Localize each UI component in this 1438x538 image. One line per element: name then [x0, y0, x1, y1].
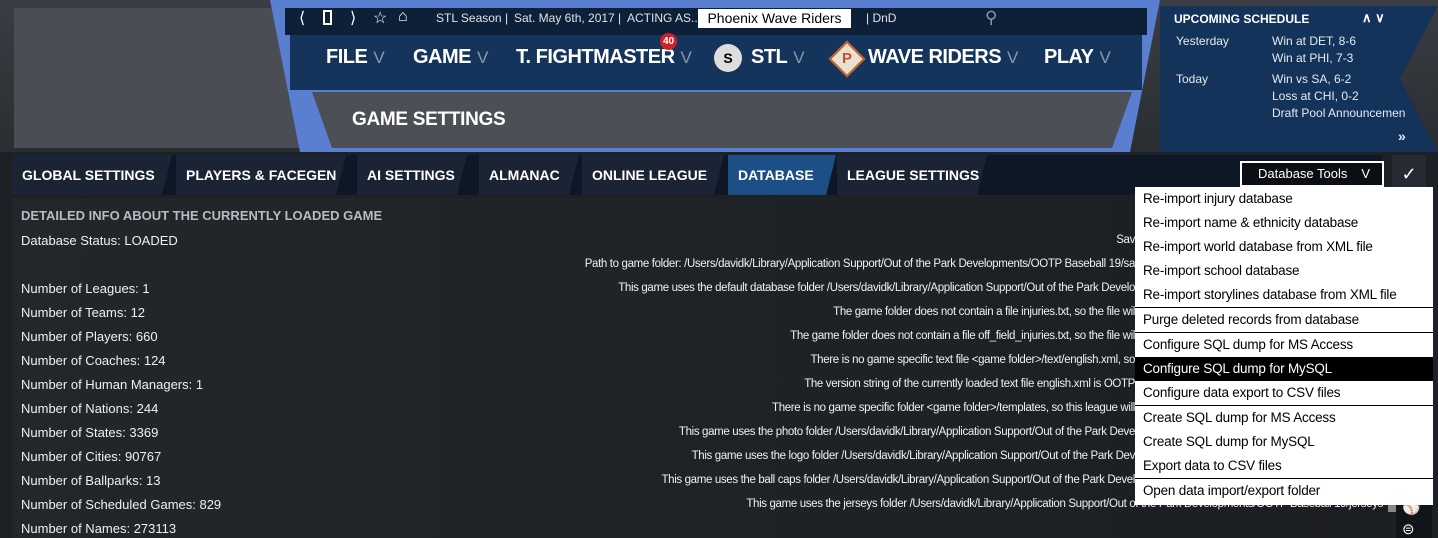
- home-icon[interactable]: ⌂: [398, 8, 408, 26]
- schedule-title: UPCOMING SCHEDULE: [1174, 12, 1310, 26]
- info-text: The game folder does not contain a file …: [833, 306, 1135, 318]
- schedule-item[interactable]: Draft Pool Announcemen: [1272, 106, 1405, 120]
- info-row: The game folder does not contain a file …: [300, 330, 1135, 342]
- info-row: There is no game specific text file <gam…: [300, 354, 1136, 366]
- tab-online-league[interactable]: ONLINE LEAGUE: [582, 155, 724, 195]
- season-label: STL Season: [436, 11, 502, 25]
- forward-icon[interactable]: ⟩: [350, 8, 356, 28]
- menu-item[interactable]: Re-import storylines database from XML f…: [1135, 283, 1433, 307]
- separator: |: [618, 11, 622, 25]
- page-icon[interactable]: [323, 10, 332, 25]
- schedule-item[interactable]: Win vs SA, 6-2: [1272, 72, 1351, 86]
- tab-players-facegen[interactable]: PLAYERS & FACEGEN: [176, 155, 346, 195]
- page-title-band: GAME SETTINGS: [312, 92, 1132, 148]
- section-heading: DETAILED INFO ABOUT THE CURRENTLY LOADED…: [21, 208, 383, 223]
- database-tools-menu: Re-import injury database Re-import name …: [1135, 187, 1433, 505]
- stat-row: Number of Players: 660: [21, 329, 158, 344]
- info-text: The version string of the currently load…: [804, 378, 1135, 390]
- logo-letter: P: [842, 50, 853, 67]
- back-icon[interactable]: ⟨: [299, 8, 305, 28]
- nav-wave-riders[interactable]: WAVE RIDERS V: [868, 46, 1018, 69]
- menu-item[interactable]: Configure SQL dump for MS Access: [1135, 333, 1433, 357]
- tab-global-settings[interactable]: GLOBAL SETTINGS: [12, 155, 172, 195]
- menu-item[interactable]: Re-import name & ethnicity database: [1135, 211, 1433, 235]
- nav-stl[interactable]: STL V: [751, 46, 805, 69]
- info-text: There is no game specific text file <gam…: [810, 354, 1136, 366]
- stat-row: Number of Ballparks: 13: [21, 473, 161, 488]
- menu-item[interactable]: Export data to CSV files: [1135, 454, 1433, 478]
- menu-item[interactable]: Create SQL dump for MS Access: [1135, 406, 1433, 430]
- acting-as-label: ACTING AS...: [627, 11, 702, 25]
- tab-database[interactable]: DATABASE: [728, 155, 836, 195]
- schedule-item[interactable]: Win at DET, 8-6: [1272, 34, 1356, 48]
- menu-item[interactable]: Open data import/export folder: [1135, 479, 1433, 503]
- nav-play[interactable]: PLAY V: [1044, 46, 1111, 69]
- schedule-item[interactable]: Loss at CHI, 0-2: [1272, 89, 1359, 103]
- stat-row: Number of Coaches: 124: [21, 353, 166, 368]
- info-row: Path to game folder: /Users/davidk/Libra…: [300, 258, 1135, 270]
- page-title: GAME SETTINGS: [352, 109, 506, 130]
- star-icon[interactable]: ☆: [373, 8, 387, 28]
- separator: |: [505, 11, 509, 25]
- schedule-scroll-icons[interactable]: ∧ ∨: [1362, 10, 1385, 26]
- info-text: This game uses the default database fold…: [618, 282, 1135, 294]
- database-tools-dropdown[interactable]: Database Tools V: [1240, 161, 1384, 187]
- stat-row: Number of Leagues: 1: [21, 281, 150, 296]
- menu-item[interactable]: Configure SQL dump for MySQL: [1135, 357, 1433, 381]
- user-label: | DnD: [866, 11, 897, 25]
- stat-row: Number of States: 3369: [21, 425, 159, 440]
- header-left-panel: [14, 8, 314, 148]
- stat-row: Number of Cities: 90767: [21, 449, 162, 464]
- upcoming-schedule-panel: UPCOMING SCHEDULE ∧ ∨ Yesterday Win at D…: [1160, 6, 1438, 152]
- menu-item[interactable]: Create SQL dump for MySQL: [1135, 430, 1433, 454]
- info-text: This game uses the photo folder /Users/d…: [678, 426, 1135, 438]
- info-row: Sav: [300, 234, 1135, 246]
- info-row: There is no game specific folder <game f…: [300, 402, 1135, 414]
- info-text: This game uses the logo folder /Users/da…: [691, 450, 1135, 462]
- info-row: This game uses the default database fold…: [300, 282, 1135, 294]
- tab-almanac[interactable]: ALMANAC: [479, 155, 579, 195]
- code-icon[interactable]: ⊜: [1402, 520, 1415, 538]
- info-row: This game uses the photo folder /Users/d…: [300, 426, 1135, 438]
- info-row: The version string of the currently load…: [300, 378, 1135, 390]
- search-icon[interactable]: ⚲: [985, 8, 997, 28]
- stat-row: Number of Names: 273113: [21, 521, 177, 536]
- menu-item[interactable]: Re-import world database from XML file: [1135, 235, 1433, 259]
- info-text: Path to game folder: /Users/davidk/Libra…: [584, 258, 1135, 270]
- info-text: There is no game specific folder <game f…: [772, 402, 1135, 414]
- info-row: The game folder does not contain a file …: [300, 306, 1135, 318]
- notification-badge: 40: [660, 33, 677, 50]
- team-selector[interactable]: Phoenix Wave Riders: [698, 9, 851, 28]
- menu-item[interactable]: Configure data export to CSV files: [1135, 381, 1433, 405]
- info-row: This game uses the logo folder /Users/da…: [300, 450, 1135, 462]
- nav-file[interactable]: FILE V: [326, 46, 385, 69]
- menu-item[interactable]: Re-import injury database: [1135, 187, 1433, 211]
- schedule-item[interactable]: Win at PHI, 7-3: [1272, 51, 1353, 65]
- tab-league-settings[interactable]: LEAGUE SETTINGS: [837, 155, 987, 195]
- stat-row: Number of Nations: 244: [21, 401, 159, 416]
- info-text: Sav: [1116, 234, 1135, 246]
- stat-row: Number of Teams: 12: [21, 305, 146, 320]
- info-row: This game uses the ball caps folder /Use…: [300, 474, 1135, 486]
- stat-row: Number of Human Managers: 1: [21, 377, 204, 392]
- schedule-more-icon[interactable]: »: [1398, 128, 1406, 144]
- menu-item[interactable]: Purge deleted records from database: [1135, 308, 1433, 332]
- schedule-day: Today: [1176, 72, 1209, 86]
- stl-logo-icon: S: [714, 44, 742, 72]
- nav-game[interactable]: GAME V: [413, 46, 488, 69]
- date-label: Sat. May 6th, 2017: [514, 11, 615, 25]
- stat-row: Number of Scheduled Games: 829: [21, 497, 222, 512]
- info-text: This game uses the ball caps folder /Use…: [661, 474, 1135, 486]
- menu-item[interactable]: Re-import school database: [1135, 259, 1433, 283]
- database-status: Database Status: LOADED: [21, 233, 178, 248]
- tab-ai-settings[interactable]: AI SETTINGS: [357, 155, 467, 195]
- schedule-day: Yesterday: [1176, 34, 1229, 48]
- info-text: The game folder does not contain a file …: [790, 330, 1135, 342]
